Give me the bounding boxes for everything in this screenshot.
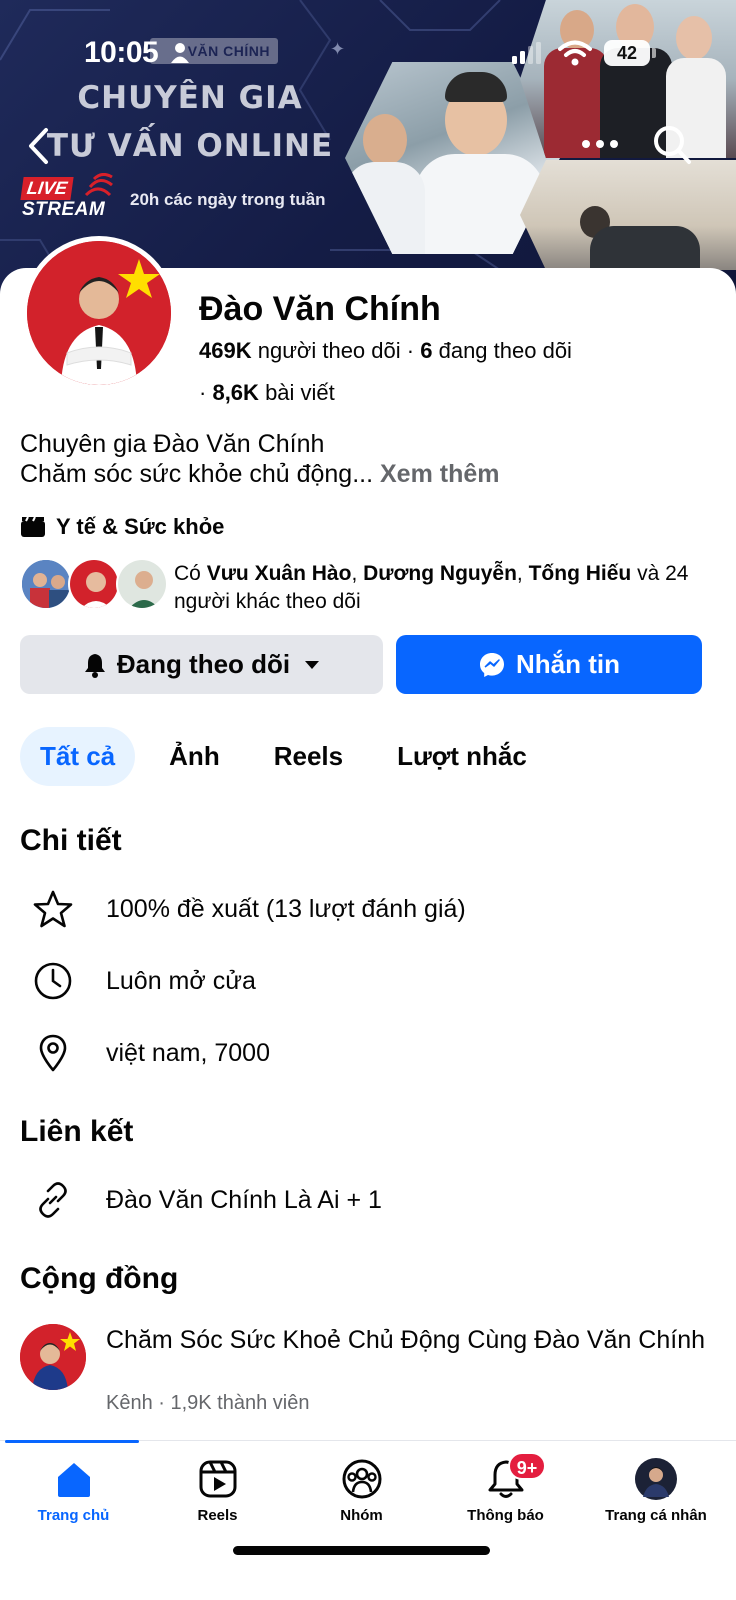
home-indicator[interactable] bbox=[233, 1546, 490, 1555]
link-text[interactable]: Đào Văn Chính Là Ai + 1 bbox=[106, 1186, 382, 1215]
see-more-link[interactable]: Xem thêm bbox=[380, 460, 499, 488]
message-button-label: Nhắn tin bbox=[516, 649, 620, 679]
battery-indicator: 42 bbox=[604, 40, 650, 66]
links-heading: Liên kết bbox=[20, 1115, 134, 1148]
reels-icon bbox=[199, 1460, 236, 1498]
profile-avatar[interactable] bbox=[22, 236, 176, 390]
caret-down-icon bbox=[305, 660, 320, 669]
nav-notifications[interactable]: Thông báo bbox=[432, 1441, 579, 1541]
message-button[interactable]: Nhắn tin bbox=[396, 635, 702, 694]
stream-label: STREAM bbox=[22, 199, 106, 220]
group-name[interactable]: Chăm Sóc Sức Khoẻ Chủ Động Cùng Đào Văn … bbox=[106, 1325, 706, 1356]
following-button[interactable]: Đang theo dõi bbox=[20, 635, 383, 694]
nav-groups-label: Nhóm bbox=[340, 1507, 383, 1524]
wifi-icon bbox=[558, 40, 592, 66]
following-label[interactable]: đang theo dõi bbox=[439, 338, 572, 363]
profile-avatar bbox=[635, 1458, 677, 1500]
nav-home-label: Trang chủ bbox=[37, 1507, 110, 1524]
broadcast-icon bbox=[84, 173, 113, 197]
clapperboard-icon bbox=[21, 516, 45, 537]
bio-line2-text: Chăm sóc sức khỏe chủ động... bbox=[20, 460, 374, 488]
mutual-followers[interactable]: Có Vưu Xuân Hào, Dương Nguyễn, Tống Hiếu… bbox=[20, 558, 720, 614]
posts-count: 8,6K bbox=[212, 380, 259, 405]
posts-label: bài viết bbox=[265, 380, 335, 405]
mutual-avatar-3 bbox=[116, 558, 168, 610]
search-icon[interactable] bbox=[652, 124, 692, 166]
profile-tabs: Tất cả Ảnh Reels Lượt nhắc bbox=[20, 726, 561, 786]
tab-reels[interactable]: Reels bbox=[254, 727, 363, 786]
link-icon bbox=[39, 1182, 67, 1218]
signal-icon bbox=[512, 42, 541, 64]
notification-badge: 9+ bbox=[508, 1452, 546, 1480]
clock-icon bbox=[34, 962, 72, 1000]
mutual-followers-text: Có Vưu Xuân Hào, Dương Nguyễn, Tống Hiếu… bbox=[174, 562, 689, 613]
status-time: 10:05 bbox=[84, 36, 159, 69]
page-category: Y tế & Sức khỏe bbox=[20, 514, 224, 540]
svg-text:✦: ✦ bbox=[330, 39, 345, 59]
mutual-avatar-1 bbox=[20, 558, 72, 610]
group-meta: Kênh · 1,9K thành viên bbox=[106, 1392, 310, 1414]
livestream-badge: LIVE STREAM bbox=[20, 173, 115, 223]
tab-all[interactable]: Tất cả bbox=[20, 726, 136, 786]
profile-name: Đào Văn Chính bbox=[199, 290, 441, 328]
cover-photo-treatment bbox=[520, 160, 736, 270]
group-avatar[interactable] bbox=[20, 1324, 86, 1390]
nav-home[interactable]: Trang chủ bbox=[0, 1441, 147, 1541]
home-icon bbox=[57, 1463, 90, 1497]
focus-person-icon bbox=[171, 43, 189, 63]
profile-stats: 469K người theo dõi · 6 đang theo dõi bbox=[199, 338, 572, 364]
cover-photo-group bbox=[520, 0, 736, 158]
category-label: Y tế & Sức khỏe bbox=[56, 514, 225, 539]
flag-avatar-image bbox=[27, 241, 171, 385]
detail-hours: Luôn mở cửa bbox=[30, 959, 256, 1003]
location-pin-icon bbox=[39, 1034, 67, 1072]
bio-line2: Chăm sóc sức khỏe chủ động... Xem thêm bbox=[20, 460, 499, 489]
group-avatar-image bbox=[20, 1324, 86, 1390]
nav-profile[interactable]: Trang cá nhân bbox=[576, 1441, 736, 1541]
link-row[interactable]: Đào Văn Chính Là Ai + 1 bbox=[30, 1178, 382, 1222]
back-chevron-icon[interactable] bbox=[26, 126, 52, 166]
live-label: LIVE bbox=[20, 177, 74, 200]
groups-icon bbox=[342, 1459, 381, 1499]
tab-photos[interactable]: Ảnh bbox=[149, 727, 240, 786]
tab-mentions[interactable]: Lượt nhắc bbox=[377, 727, 547, 786]
bottom-navigation: Trang chủ Reels Nhóm Thông báo Trang cá … bbox=[0, 1440, 736, 1600]
followers-label[interactable]: người theo dõi bbox=[258, 338, 401, 363]
following-button-label: Đang theo dõi bbox=[116, 649, 291, 679]
more-options-icon[interactable] bbox=[580, 136, 620, 152]
mutual-name-3[interactable]: Tống Hiếu bbox=[529, 562, 632, 585]
bell-icon bbox=[84, 653, 105, 678]
community-heading: Cộng đồng bbox=[20, 1262, 179, 1295]
nav-profile-label: Trang cá nhân bbox=[605, 1507, 707, 1524]
messenger-icon bbox=[480, 652, 504, 677]
nav-notifications-label: Thông báo bbox=[467, 1507, 544, 1524]
cover-title-line2: TƯ VẤN ONLINE bbox=[46, 128, 334, 164]
mutual-avatar-2 bbox=[68, 558, 120, 610]
nav-reels[interactable]: Reels bbox=[144, 1441, 291, 1541]
stat-separator: · bbox=[199, 380, 213, 405]
detail-location[interactable]: việt nam, 7000 bbox=[30, 1031, 270, 1075]
cover-subtitle: 20h các ngày trong tuần bbox=[130, 190, 326, 209]
nav-groups[interactable]: Nhóm bbox=[288, 1441, 435, 1541]
stat-separator: · bbox=[406, 338, 421, 363]
battery-tip bbox=[652, 48, 656, 58]
nav-reels-label: Reels bbox=[197, 1507, 238, 1524]
star-icon bbox=[33, 890, 73, 928]
followers-count[interactable]: 469K bbox=[199, 338, 252, 363]
mutual-name-2[interactable]: Dương Nguyễn bbox=[363, 562, 517, 585]
location-text: việt nam, 7000 bbox=[106, 1038, 270, 1067]
cover-title-line1: CHUYÊN GIA bbox=[77, 80, 303, 116]
profile-posts-stat: · 8,6K bài viết bbox=[199, 380, 335, 406]
mutual-prefix: Có bbox=[174, 562, 201, 585]
following-count[interactable]: 6 bbox=[420, 338, 432, 363]
hours-text: Luôn mở cửa bbox=[106, 966, 256, 995]
mutual-name-1[interactable]: Vưu Xuân Hào bbox=[207, 562, 352, 585]
detail-rating[interactable]: 100% đề xuất (13 lượt đánh giá) bbox=[30, 887, 466, 931]
rating-text: 100% đề xuất (13 lượt đánh giá) bbox=[106, 894, 466, 923]
details-heading: Chi tiết bbox=[20, 824, 122, 857]
bio-line1: Chuyên gia Đào Văn Chính bbox=[20, 430, 325, 458]
